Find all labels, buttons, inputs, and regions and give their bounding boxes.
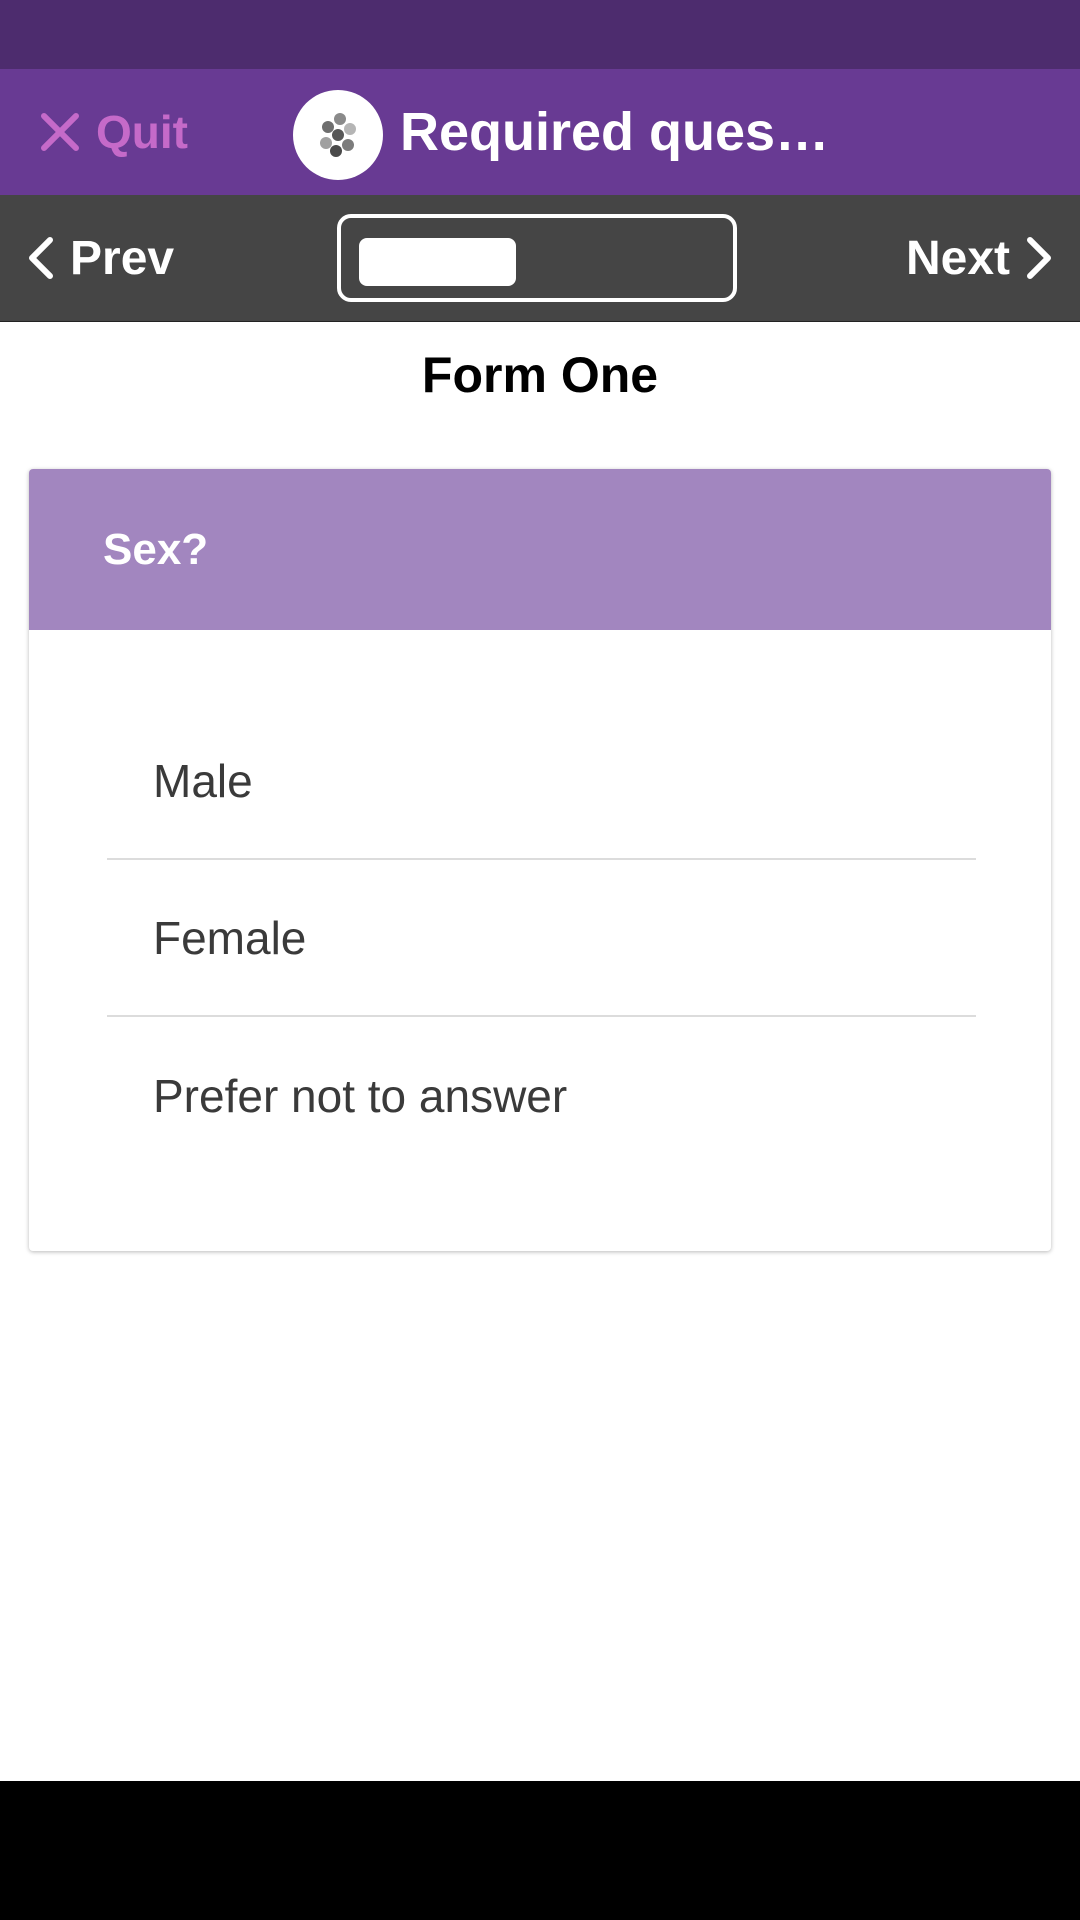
next-button[interactable]: Next [906,195,1054,321]
form-title: Form One [421,347,659,403]
chevron-right-icon [1027,237,1051,279]
question-header: Sex? [29,469,1051,630]
option-prefer-not-to-answer[interactable]: Prefer not to answer [107,1017,976,1174]
quit-label: Quit [96,106,188,158]
status-bar [0,0,1080,69]
question-navigation-bar: Prev Next [0,195,1080,322]
progress-fill [359,238,516,286]
system-navigation-bar [0,1781,1080,1920]
progress-indicator [337,214,737,302]
option-female[interactable]: Female [107,860,976,1017]
close-icon [41,113,79,151]
prev-button[interactable]: Prev [26,195,174,321]
prev-label: Prev [70,231,175,285]
app-logo [293,90,383,180]
question-text: Sex? [103,524,209,574]
app-bar: Quit Required ques… [0,69,1080,195]
app-title: Required ques… [400,102,830,162]
next-label: Next [905,231,1010,285]
app-logo-icon [320,113,356,157]
quit-button[interactable]: Quit [40,69,188,195]
question-card: Sex? Male Female Prefer not to answer [29,469,1051,1251]
option-male[interactable]: Male [107,703,976,860]
answer-options: Male Female Prefer not to answer [107,703,976,1174]
chevron-left-icon [29,237,53,279]
